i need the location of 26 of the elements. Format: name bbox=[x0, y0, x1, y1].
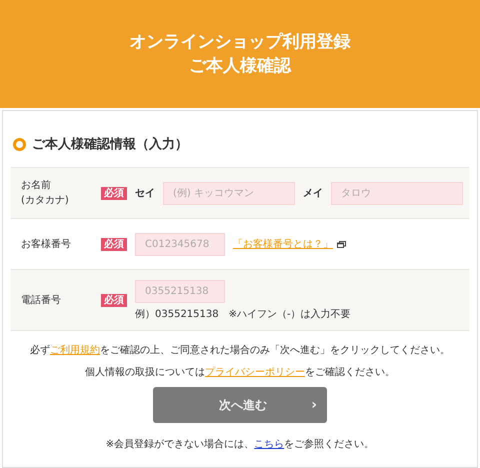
field-label: セイ bbox=[135, 187, 155, 200]
page-title: ご本人様確認 bbox=[189, 55, 291, 78]
policy-link[interactable]: ご利用規約 bbox=[50, 345, 100, 356]
section-title: ご本人様確認情報（入力） bbox=[32, 136, 188, 153]
notice-text: 個人情報の取扱についてはプライバシーポリシーをご確認ください。 bbox=[84, 366, 396, 379]
field-label: (カタカナ) bbox=[21, 194, 70, 208]
input-field[interactable]: (例) キッコウマン bbox=[163, 182, 295, 204]
notice-text: 必ずご利用規約をご確認の上、ご同意された場合のみ「次へ進む」をクリックしてください。 bbox=[29, 344, 451, 357]
required-badge: 必須 bbox=[101, 187, 127, 200]
page-title: オンラインショップ利用登録 bbox=[130, 31, 350, 54]
new-window-icon bbox=[337, 240, 346, 248]
required-badge: 必須 bbox=[101, 238, 127, 251]
input-field[interactable]: C012345678 bbox=[135, 232, 225, 256]
input-field[interactable]: タロウ bbox=[331, 182, 463, 204]
field-label: お名前 bbox=[21, 179, 52, 193]
field-label: お客様番号 bbox=[21, 238, 72, 252]
bullet-icon bbox=[13, 138, 26, 150]
field-label: メイ bbox=[303, 187, 323, 200]
help-link[interactable]: こちら bbox=[254, 439, 284, 450]
help-link[interactable]: 「お客様番号とは？」 bbox=[233, 237, 333, 251]
policy-link[interactable]: プライバシーポリシー bbox=[205, 367, 305, 378]
field-label: 電話番号 bbox=[21, 294, 62, 308]
notice-text: ※会員登録ができない場合には、こちら をご参照ください。 bbox=[104, 438, 376, 451]
required-badge: 必須 bbox=[101, 294, 127, 307]
input-field[interactable]: 0355215138 bbox=[135, 280, 225, 302]
hint-text: 例）0355215138 ※ハイフン（-）は入力不要 bbox=[135, 308, 351, 320]
